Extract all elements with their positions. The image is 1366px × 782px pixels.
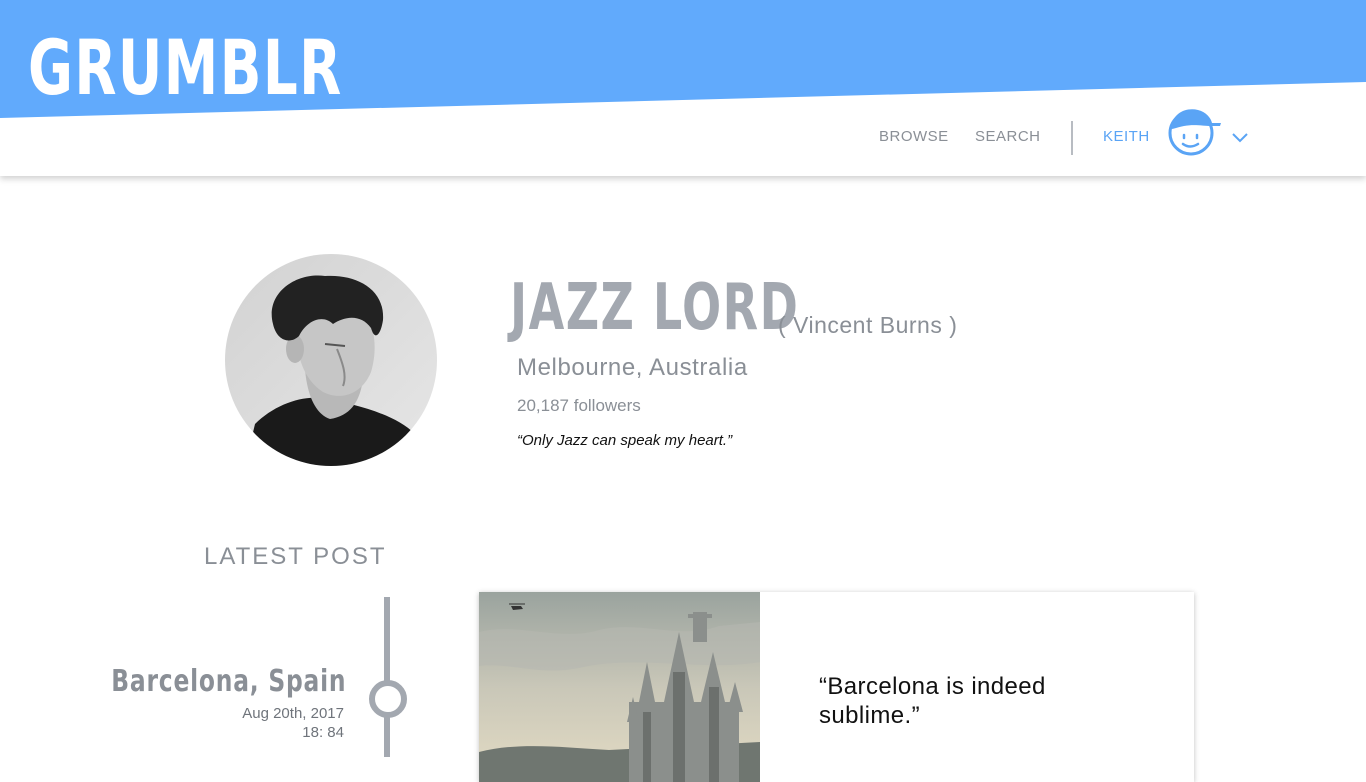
post-image [479,592,760,782]
cartoon-face-cap-icon[interactable] [1164,103,1222,161]
header: GRUMBLR BROWSE SEARCH KEITH [0,0,1366,176]
profile-real-name: ( Vincent Burns ) [778,312,958,338]
profile-quote: “Only Jazz can speak my heart.” [517,432,733,449]
post-time: 18: 84 [302,724,344,741]
profile-followers[interactable]: 20,187 followers [517,396,641,416]
profile-display-name: JAZZ LORD [510,271,800,345]
nav-divider [1071,121,1073,155]
nav-search-link[interactable]: SEARCH [975,128,1041,145]
timeline-node [369,680,407,718]
post-location: Barcelona, Spain [110,664,346,699]
post-quote: “Barcelona is indeed sublime.” [819,673,1046,729]
chevron-down-icon[interactable] [1230,130,1250,144]
top-nav: BROWSE SEARCH KEITH [0,120,1366,156]
app-logo[interactable]: GRUMBLR [28,30,343,106]
latest-post-heading: LATEST POST [204,543,387,570]
latest-post-card[interactable]: “Barcelona is indeed sublime.” [479,592,1194,782]
post-date: Aug 20th, 2017 [242,705,344,722]
profile-location: Melbourne, Australia [517,354,748,381]
timeline-line [384,597,390,757]
nav-browse-link[interactable]: BROWSE [879,128,949,145]
profile-photo [225,254,437,466]
user-name-link[interactable]: KEITH [1103,128,1150,145]
